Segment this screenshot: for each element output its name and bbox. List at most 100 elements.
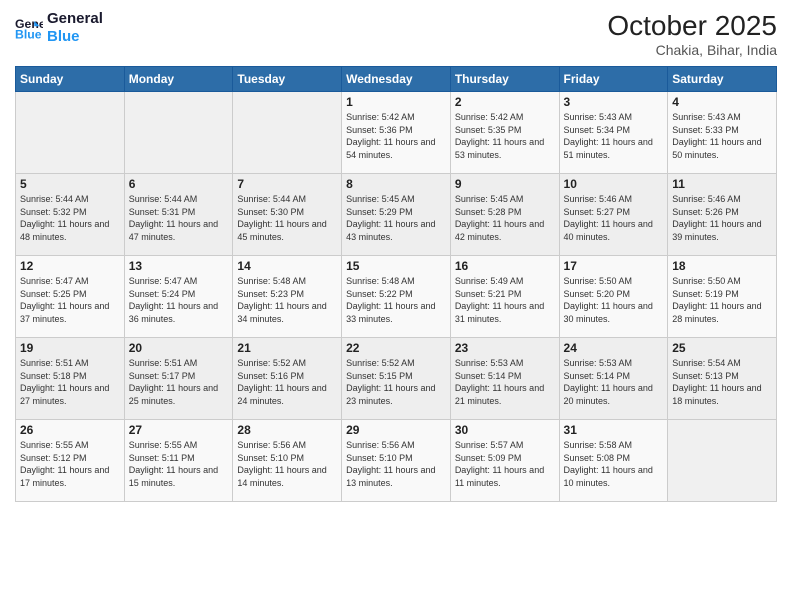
- day-cell: 13 Sunrise: 5:47 AMSunset: 5:24 PMDayligh…: [124, 256, 233, 338]
- day-info: Sunrise: 5:55 AMSunset: 5:11 PMDaylight:…: [129, 439, 229, 489]
- day-cell: [668, 420, 777, 502]
- location: Chakia, Bihar, India: [607, 42, 777, 58]
- day-info: Sunrise: 5:50 AMSunset: 5:19 PMDaylight:…: [672, 275, 772, 325]
- day-number: 10: [564, 177, 664, 191]
- logo-general: General: [47, 10, 103, 28]
- day-info: Sunrise: 5:55 AMSunset: 5:12 PMDaylight:…: [20, 439, 120, 489]
- day-info: Sunrise: 5:44 AMSunset: 5:30 PMDaylight:…: [237, 193, 337, 243]
- logo-icon: General Blue: [15, 14, 43, 42]
- day-info: Sunrise: 5:49 AMSunset: 5:21 PMDaylight:…: [455, 275, 555, 325]
- day-number: 5: [20, 177, 120, 191]
- col-header-sunday: Sunday: [16, 67, 125, 92]
- day-info: Sunrise: 5:53 AMSunset: 5:14 PMDaylight:…: [455, 357, 555, 407]
- day-number: 7: [237, 177, 337, 191]
- day-info: Sunrise: 5:52 AMSunset: 5:16 PMDaylight:…: [237, 357, 337, 407]
- header: General Blue General Blue October 2025 C…: [15, 10, 777, 58]
- day-cell: 31 Sunrise: 5:58 AMSunset: 5:08 PMDayligh…: [559, 420, 668, 502]
- logo: General Blue General Blue: [15, 10, 103, 46]
- day-cell: 19Sunrise: 5:51 AMSunset: 5:18 PMDayligh…: [16, 338, 125, 420]
- day-number: 29: [346, 423, 446, 437]
- day-info: Sunrise: 5:51 AMSunset: 5:18 PMDaylight:…: [20, 357, 120, 407]
- col-header-monday: Monday: [124, 67, 233, 92]
- day-info: Sunrise: 5:43 AMSunset: 5:34 PMDaylight:…: [564, 111, 664, 161]
- day-cell: 11 Sunrise: 5:46 AMSunset: 5:26 PMDayligh…: [668, 174, 777, 256]
- day-info: Sunrise: 5:50 AMSunset: 5:20 PMDaylight:…: [564, 275, 664, 325]
- day-cell: 20Sunrise: 5:51 AMSunset: 5:17 PMDayligh…: [124, 338, 233, 420]
- day-number: 28: [237, 423, 337, 437]
- day-number: 11: [672, 177, 772, 191]
- day-number: 27: [129, 423, 229, 437]
- day-cell: 21 Sunrise: 5:52 AMSunset: 5:16 PMDayligh…: [233, 338, 342, 420]
- day-info: Sunrise: 5:44 AMSunset: 5:32 PMDaylight:…: [20, 193, 120, 243]
- day-info: Sunrise: 5:48 AMSunset: 5:23 PMDaylight:…: [237, 275, 337, 325]
- day-info: Sunrise: 5:52 AMSunset: 5:15 PMDaylight:…: [346, 357, 446, 407]
- day-cell: 18 Sunrise: 5:50 AMSunset: 5:19 PMDayligh…: [668, 256, 777, 338]
- day-info: Sunrise: 5:56 AMSunset: 5:10 PMDaylight:…: [346, 439, 446, 489]
- day-cell: 1 Sunrise: 5:42 AMSunset: 5:36 PMDaylight…: [342, 92, 451, 174]
- day-cell: 25 Sunrise: 5:54 AMSunset: 5:13 PMDayligh…: [668, 338, 777, 420]
- day-number: 1: [346, 95, 446, 109]
- col-header-wednesday: Wednesday: [342, 67, 451, 92]
- calendar-table: SundayMondayTuesdayWednesdayThursdayFrid…: [15, 66, 777, 502]
- title-block: October 2025 Chakia, Bihar, India: [607, 10, 777, 58]
- day-number: 6: [129, 177, 229, 191]
- week-row-4: 26 Sunrise: 5:55 AMSunset: 5:12 PMDayligh…: [16, 420, 777, 502]
- day-cell: 12Sunrise: 5:47 AMSunset: 5:25 PMDayligh…: [16, 256, 125, 338]
- month-title: October 2025: [607, 10, 777, 42]
- day-number: 22: [346, 341, 446, 355]
- day-cell: 15 Sunrise: 5:48 AMSunset: 5:22 PMDayligh…: [342, 256, 451, 338]
- day-cell: 30Sunrise: 5:57 AMSunset: 5:09 PMDayligh…: [450, 420, 559, 502]
- day-cell: 14Sunrise: 5:48 AMSunset: 5:23 PMDayligh…: [233, 256, 342, 338]
- day-info: Sunrise: 5:58 AMSunset: 5:08 PMDaylight:…: [564, 439, 664, 489]
- day-number: 18: [672, 259, 772, 273]
- day-info: Sunrise: 5:42 AMSunset: 5:36 PMDaylight:…: [346, 111, 446, 161]
- day-cell: 4 Sunrise: 5:43 AMSunset: 5:33 PMDaylight…: [668, 92, 777, 174]
- day-info: Sunrise: 5:45 AMSunset: 5:29 PMDaylight:…: [346, 193, 446, 243]
- day-info: Sunrise: 5:43 AMSunset: 5:33 PMDaylight:…: [672, 111, 772, 161]
- day-info: Sunrise: 5:46 AMSunset: 5:27 PMDaylight:…: [564, 193, 664, 243]
- col-header-friday: Friday: [559, 67, 668, 92]
- day-number: 24: [564, 341, 664, 355]
- day-number: 31: [564, 423, 664, 437]
- svg-text:Blue: Blue: [15, 28, 42, 42]
- day-cell: 2Sunrise: 5:42 AMSunset: 5:35 PMDaylight…: [450, 92, 559, 174]
- day-cell: 3Sunrise: 5:43 AMSunset: 5:34 PMDaylight…: [559, 92, 668, 174]
- day-cell: 28 Sunrise: 5:56 AMSunset: 5:10 PMDayligh…: [233, 420, 342, 502]
- col-header-saturday: Saturday: [668, 67, 777, 92]
- day-info: Sunrise: 5:56 AMSunset: 5:10 PMDaylight:…: [237, 439, 337, 489]
- day-number: 26: [20, 423, 120, 437]
- week-row-2: 12Sunrise: 5:47 AMSunset: 5:25 PMDayligh…: [16, 256, 777, 338]
- day-cell: 29 Sunrise: 5:56 AMSunset: 5:10 PMDayligh…: [342, 420, 451, 502]
- day-info: Sunrise: 5:57 AMSunset: 5:09 PMDaylight:…: [455, 439, 555, 489]
- day-number: 23: [455, 341, 555, 355]
- day-number: 9: [455, 177, 555, 191]
- day-cell: 6Sunrise: 5:44 AMSunset: 5:31 PMDaylight…: [124, 174, 233, 256]
- col-header-thursday: Thursday: [450, 67, 559, 92]
- day-info: Sunrise: 5:46 AMSunset: 5:26 PMDaylight:…: [672, 193, 772, 243]
- day-number: 15: [346, 259, 446, 273]
- day-number: 17: [564, 259, 664, 273]
- day-number: 2: [455, 95, 555, 109]
- day-number: 4: [672, 95, 772, 109]
- day-number: 21: [237, 341, 337, 355]
- week-row-3: 19Sunrise: 5:51 AMSunset: 5:18 PMDayligh…: [16, 338, 777, 420]
- day-info: Sunrise: 5:54 AMSunset: 5:13 PMDaylight:…: [672, 357, 772, 407]
- day-number: 13: [129, 259, 229, 273]
- day-info: Sunrise: 5:48 AMSunset: 5:22 PMDaylight:…: [346, 275, 446, 325]
- calendar-container: General Blue General Blue October 2025 C…: [0, 0, 792, 612]
- day-cell: 24Sunrise: 5:53 AMSunset: 5:14 PMDayligh…: [559, 338, 668, 420]
- day-info: Sunrise: 5:45 AMSunset: 5:28 PMDaylight:…: [455, 193, 555, 243]
- day-info: Sunrise: 5:47 AMSunset: 5:24 PMDaylight:…: [129, 275, 229, 325]
- col-header-tuesday: Tuesday: [233, 67, 342, 92]
- logo-blue: Blue: [47, 28, 103, 46]
- day-number: 20: [129, 341, 229, 355]
- week-row-0: 1 Sunrise: 5:42 AMSunset: 5:36 PMDaylight…: [16, 92, 777, 174]
- day-cell: [124, 92, 233, 174]
- day-info: Sunrise: 5:47 AMSunset: 5:25 PMDaylight:…: [20, 275, 120, 325]
- day-cell: 9 Sunrise: 5:45 AMSunset: 5:28 PMDaylight…: [450, 174, 559, 256]
- day-number: 25: [672, 341, 772, 355]
- day-cell: 22 Sunrise: 5:52 AMSunset: 5:15 PMDayligh…: [342, 338, 451, 420]
- day-cell: 7 Sunrise: 5:44 AMSunset: 5:30 PMDaylight…: [233, 174, 342, 256]
- calendar-header-row: SundayMondayTuesdayWednesdayThursdayFrid…: [16, 67, 777, 92]
- day-cell: 17 Sunrise: 5:50 AMSunset: 5:20 PMDayligh…: [559, 256, 668, 338]
